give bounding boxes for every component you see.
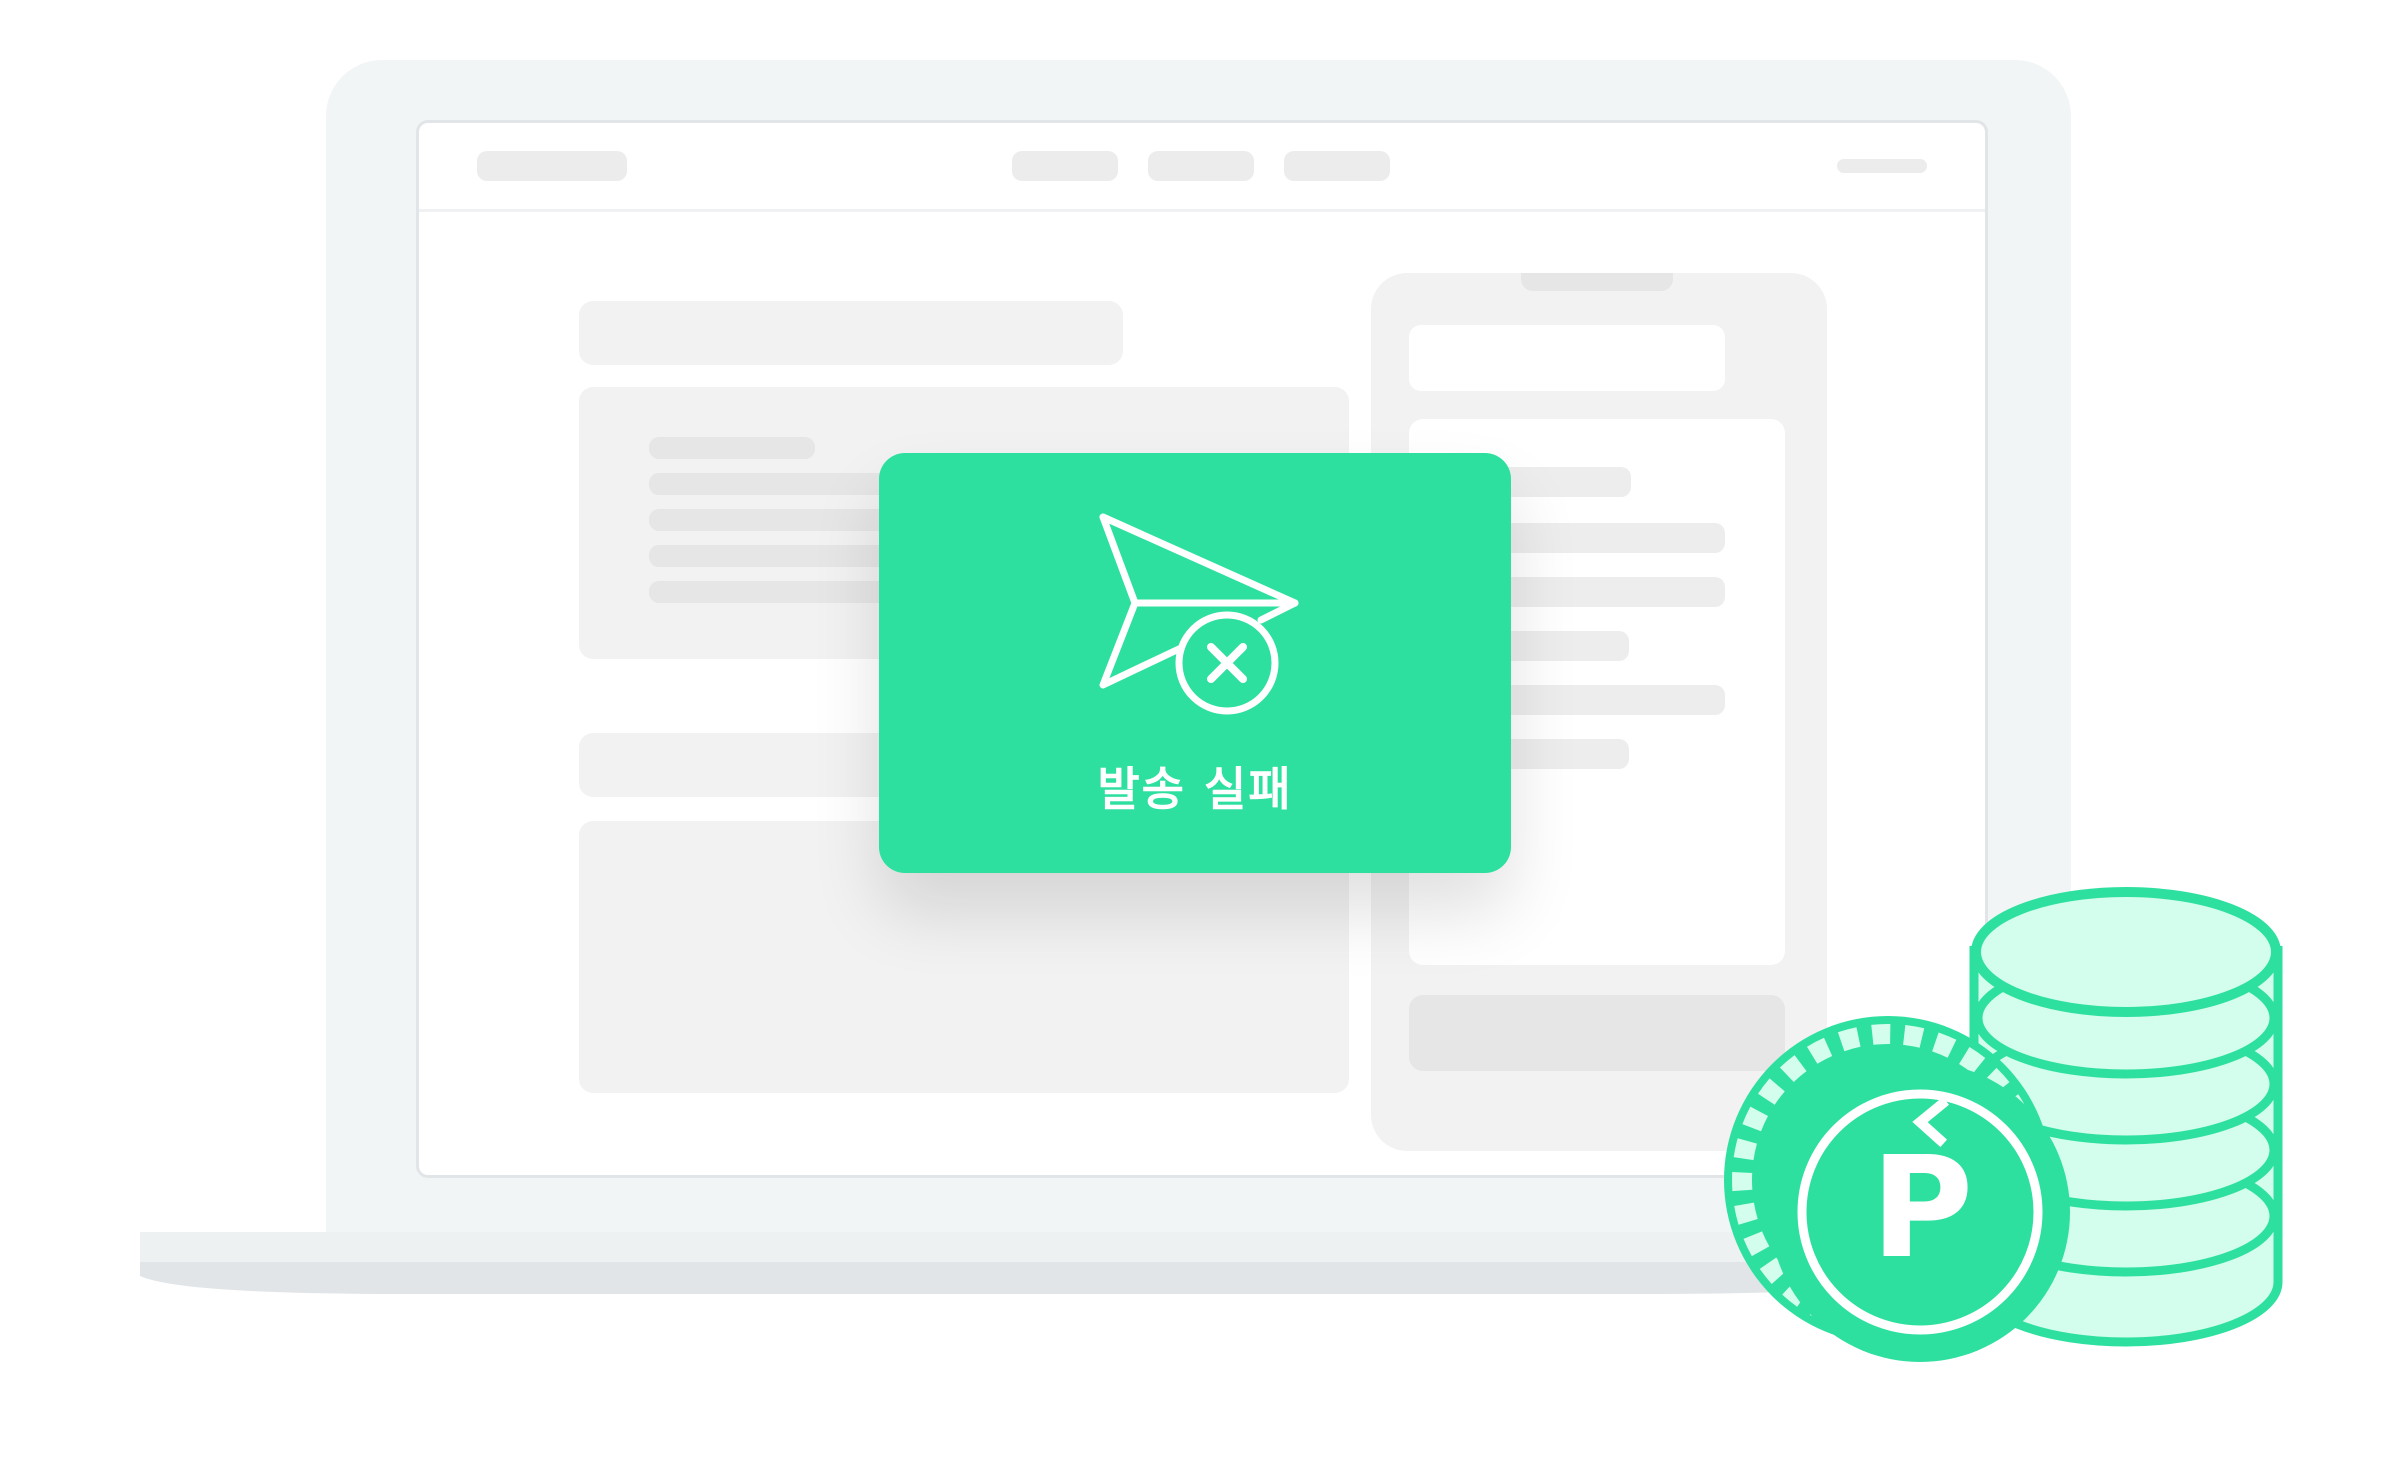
send-failed-label: 발송 실패	[1097, 762, 1293, 816]
point-coin-letter: P	[1871, 1127, 1974, 1290]
phone-header-placeholder	[1409, 325, 1725, 391]
top-nav	[419, 123, 1985, 212]
point-coins-illustration: P	[1724, 887, 2283, 1362]
nav-right-placeholder	[1837, 159, 1927, 173]
phone-notch	[1521, 273, 1673, 291]
nav-logo-placeholder	[477, 151, 627, 181]
send-failed-card: 발송 실패	[879, 453, 1511, 873]
send-failed-icon	[1099, 513, 1299, 715]
nav-menu-placeholder-1	[1012, 151, 1118, 181]
nav-menu-placeholder-2	[1148, 151, 1254, 181]
nav-menu-placeholder-3	[1284, 151, 1390, 181]
panel-line-1	[649, 437, 815, 459]
content-title-placeholder	[579, 301, 1123, 365]
